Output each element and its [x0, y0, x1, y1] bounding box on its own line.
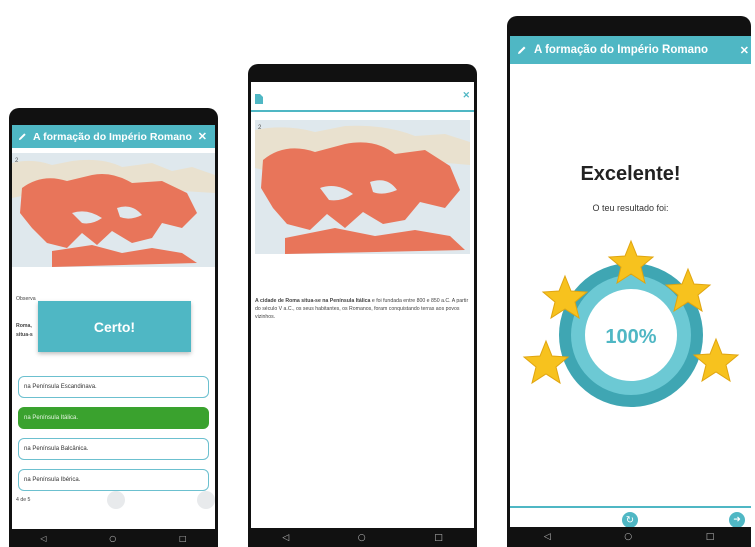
next-button[interactable]	[197, 491, 215, 509]
recents-icon[interactable]: □	[179, 534, 187, 543]
back-icon[interactable]: ◁	[544, 532, 551, 542]
phone-explanation: ✕ 2 A cidade de Roma situa-se na Penínsu…	[248, 64, 477, 547]
result-subheading: O teu resultado foi:	[592, 203, 669, 213]
phone1-screen: A formação do Império Romano ✕ 2 Observa…	[12, 125, 215, 529]
phone3-screen: A formação do Império Romano ✕ Excelente…	[510, 36, 751, 527]
quiz-title: A formação do Império Romano	[534, 44, 709, 56]
previous-button[interactable]	[107, 491, 125, 509]
roman-empire-map: 2	[12, 153, 215, 267]
answer-option[interactable]: na Península Escandinava.	[18, 376, 209, 398]
answer-option[interactable]: na Península Ibérica.	[18, 469, 209, 491]
android-nav-bar: ◁ ○ □	[507, 527, 751, 547]
question-text-bold2: situa-s	[16, 332, 33, 338]
exit-icon: ➜	[733, 515, 741, 525]
home-icon[interactable]: ○	[624, 532, 632, 542]
android-nav-bar: ◁ ○ □	[9, 529, 218, 547]
home-icon[interactable]: ○	[109, 534, 116, 543]
score-badge: 100%	[522, 239, 740, 407]
recents-icon[interactable]: □	[706, 532, 715, 542]
pencil-icon	[18, 132, 27, 141]
progress-counter: 4 de 5	[16, 497, 31, 503]
question-text-bold: Roma,	[16, 323, 32, 329]
document-icon	[255, 91, 263, 109]
explanation-text: A cidade de Roma situa-se na Península I…	[255, 297, 469, 321]
phone-quiz-question: A formação do Império Romano ✕ 2 Observa…	[9, 108, 218, 547]
phone-results: A formação do Império Romano ✕ Excelente…	[507, 16, 751, 547]
exit-button[interactable]: ➜	[729, 512, 745, 527]
score-text: 100%	[605, 326, 656, 348]
back-icon[interactable]: ◁	[282, 533, 289, 543]
recents-icon[interactable]: □	[434, 533, 443, 543]
explanation-header: ✕	[251, 82, 474, 112]
close-icon[interactable]: ✕	[740, 44, 749, 57]
home-icon[interactable]: ○	[358, 533, 366, 543]
close-icon[interactable]: ✕	[462, 90, 470, 101]
phone2-screen: ✕ 2 A cidade de Roma situa-se na Penínsu…	[251, 82, 474, 528]
quiz-title: A formação do Império Romano	[33, 130, 192, 143]
quiz-app-bar: A formação do Império Romano ✕	[12, 125, 215, 148]
back-icon[interactable]: ◁	[40, 534, 46, 543]
answer-option[interactable]: na Península Balcânica.	[18, 438, 209, 460]
feedback-certo-popup: Certo!	[38, 301, 191, 352]
answer-option-correct[interactable]: na Península Itálica.	[18, 407, 209, 429]
roman-empire-map: 2	[255, 120, 470, 254]
explanation-bold: A cidade de Roma situa-se na Península I…	[255, 298, 371, 304]
close-icon[interactable]: ✕	[198, 130, 207, 143]
quiz-app-bar: A formação do Império Romano ✕	[510, 36, 751, 64]
retry-button[interactable]: ↻	[622, 512, 638, 527]
pencil-icon	[517, 45, 527, 55]
result-heading: Excelente!	[580, 163, 681, 185]
android-nav-bar: ◁ ○ □	[248, 528, 477, 547]
question-text-start: Observa	[16, 296, 36, 302]
refresh-icon: ↻	[625, 514, 635, 526]
